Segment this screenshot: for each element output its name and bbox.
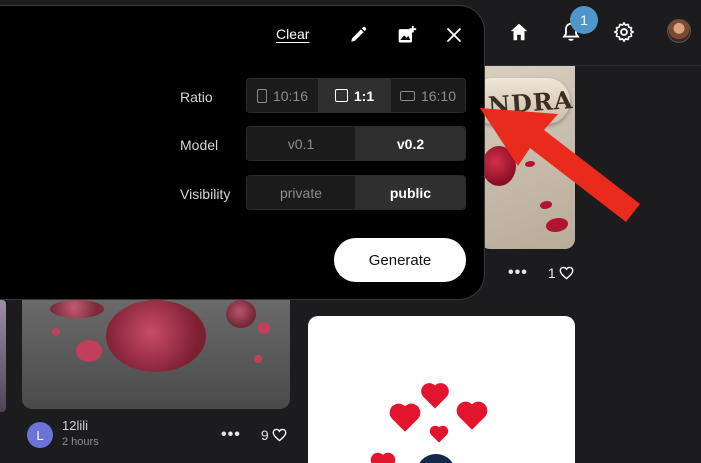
petal xyxy=(52,328,60,336)
heart-illustration xyxy=(423,385,447,409)
creator-username[interactable]: 12lili xyxy=(62,418,88,433)
petal xyxy=(525,161,535,167)
generate-button[interactable]: Generate xyxy=(334,238,466,282)
gallery-card-image[interactable]: NDRA xyxy=(480,66,575,249)
gear-icon[interactable] xyxy=(610,18,638,46)
gallery-card-image[interactable] xyxy=(308,316,575,463)
visibility-selector: private public xyxy=(246,175,466,210)
ratio-label: Ratio xyxy=(180,89,213,105)
petal xyxy=(540,201,552,209)
user-avatar[interactable] xyxy=(667,19,691,43)
close-icon[interactable] xyxy=(442,23,466,47)
creator-avatar[interactable]: L xyxy=(27,422,53,448)
card-meta-top-right: ••• 1 xyxy=(508,264,574,282)
visibility-label: Visibility xyxy=(180,186,231,202)
navy-shape xyxy=(416,454,456,463)
home-icon[interactable] xyxy=(505,18,533,46)
gallery-card-image[interactable] xyxy=(22,300,290,409)
generate-settings-modal: Clear Ratio 10:16 1:1 16:10 Model v0.1 v… xyxy=(0,5,485,300)
pencil-icon[interactable] xyxy=(346,23,370,47)
landscape-ratio-icon xyxy=(399,90,415,101)
model-selector: v0.1 v0.2 xyxy=(246,126,466,161)
ratio-option-label: 10:16 xyxy=(272,87,309,104)
heart-illustration xyxy=(431,427,447,443)
ratio-option-16-10[interactable]: 16:10 xyxy=(391,79,465,112)
more-options-icon[interactable]: ••• xyxy=(221,426,241,444)
rose-illustration xyxy=(226,300,256,328)
ratio-option-10-16[interactable]: 10:16 xyxy=(247,79,319,112)
ratio-option-label: 16:10 xyxy=(420,87,457,104)
clear-button[interactable]: Clear xyxy=(276,26,309,42)
image-add-icon[interactable] xyxy=(395,23,419,47)
notification-badge: 1 xyxy=(570,6,598,34)
model-option-v02[interactable]: v0.2 xyxy=(356,127,465,160)
portrait-ratio-icon xyxy=(256,88,267,103)
square-ratio-icon xyxy=(334,89,348,102)
visibility-option-public[interactable]: public xyxy=(356,176,465,209)
rose-illustration xyxy=(106,300,206,372)
rose-illustration xyxy=(482,146,516,186)
ratio-option-1-1[interactable]: 1:1 xyxy=(319,79,391,112)
more-options-icon[interactable]: ••• xyxy=(508,264,528,282)
post-time: 2 hours xyxy=(62,436,99,448)
heart-illustration xyxy=(459,404,485,430)
ratio-option-label: 1:1 xyxy=(353,87,375,104)
petal xyxy=(258,322,270,334)
visibility-option-private[interactable]: private xyxy=(247,176,356,209)
model-option-v01[interactable]: v0.1 xyxy=(247,127,356,160)
rose-illustration xyxy=(50,300,104,318)
model-label: Model xyxy=(180,137,219,153)
heart-outline-icon[interactable] xyxy=(272,428,287,442)
heart-illustration xyxy=(392,406,418,432)
card-meta-left-bottom: ••• 9 xyxy=(221,426,287,444)
heart-illustration xyxy=(372,454,394,463)
petal xyxy=(546,218,568,232)
heart-outline-icon[interactable] xyxy=(559,266,574,280)
petal xyxy=(76,340,102,362)
like-count: 1 xyxy=(547,265,556,281)
scroll-text: NDRA xyxy=(487,85,575,120)
petal xyxy=(254,355,262,363)
ratio-selector: 10:16 1:1 16:10 xyxy=(246,78,466,113)
gallery-card-edge[interactable] xyxy=(0,300,6,412)
like-count: 9 xyxy=(260,427,269,443)
